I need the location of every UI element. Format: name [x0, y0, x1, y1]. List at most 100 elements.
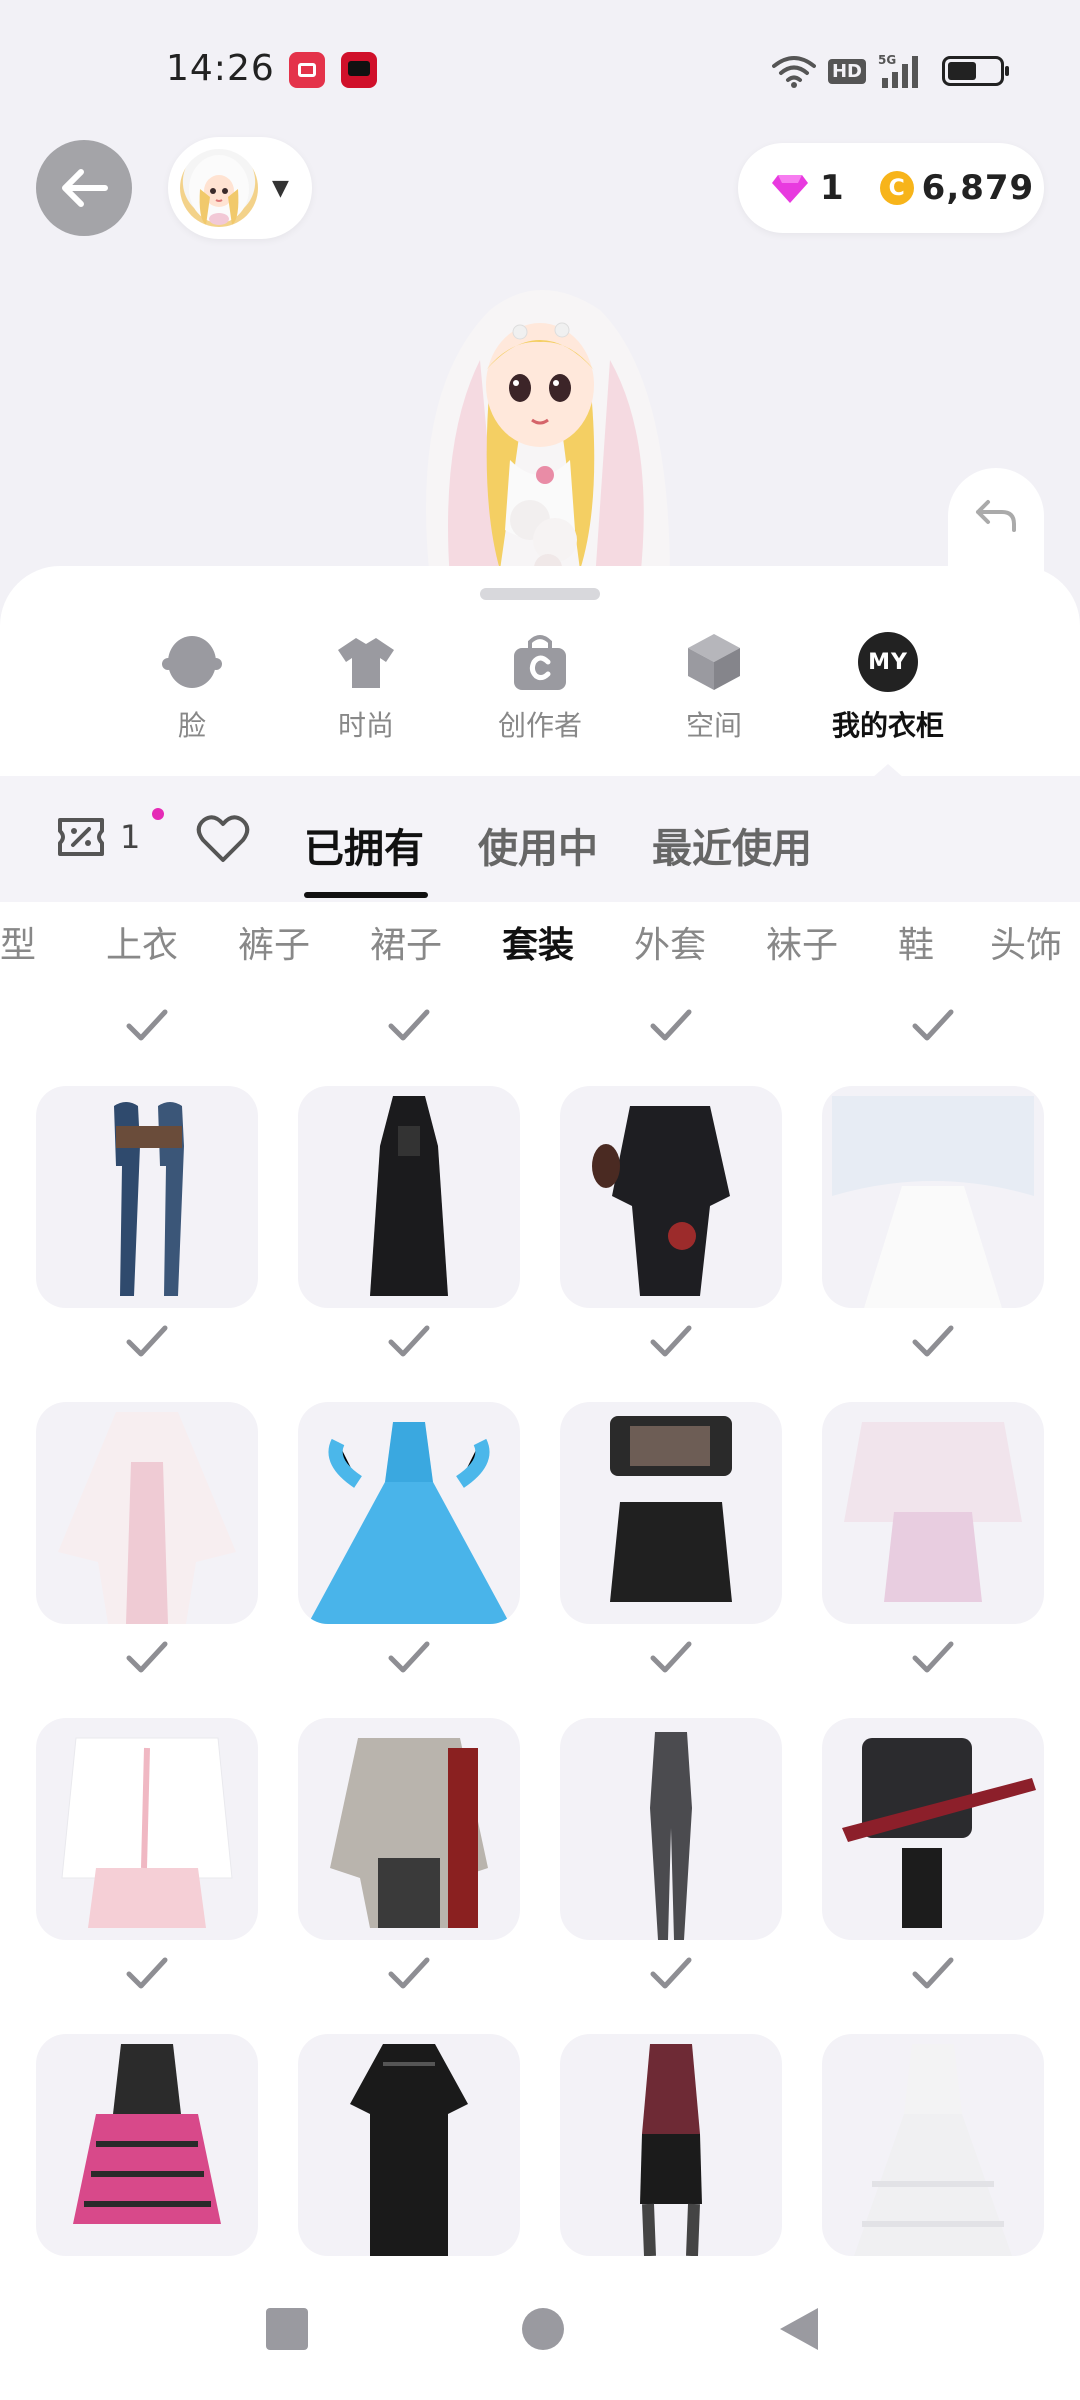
signal-icon: 5G — [878, 53, 918, 88]
coin-icon: C — [879, 171, 914, 205]
owned-check-icon — [126, 1325, 168, 1357]
outfit-thumbnail — [61, 1737, 233, 1928]
hd-icon: HD — [827, 58, 866, 84]
owned-check-icon — [650, 1641, 692, 1673]
outfit-thumbnail — [650, 1732, 692, 1940]
tab-label: 我的衣柜 — [831, 709, 944, 742]
pink-plaid-punk-outfit[interactable] — [36, 2034, 258, 2256]
tab-my-wardrobe[interactable]: MY 我的衣柜 — [818, 632, 958, 744]
black-gothic-dress-outfit[interactable] — [298, 1086, 520, 1308]
arrow-left-icon — [62, 169, 108, 207]
black-lace-qipao-outfit[interactable] — [298, 2034, 520, 2256]
tab-space[interactable]: 空间 — [644, 632, 784, 744]
outfit-thumbnail — [842, 1738, 1036, 1928]
sub-tab-skirt[interactable]: 裙子 — [370, 916, 442, 968]
denim-flare-jeans-outfit[interactable] — [36, 1086, 258, 1308]
white-lace-veil-gown-outfit[interactable] — [822, 1086, 1044, 1308]
favorites-heart-icon[interactable] — [196, 814, 250, 864]
gem-icon — [772, 175, 808, 203]
undo-icon — [976, 500, 1016, 532]
square-recents-icon[interactable] — [264, 2306, 310, 2352]
gem-count: 1 — [820, 168, 844, 208]
blue-ball-gown-outfit[interactable] — [298, 1402, 520, 1624]
tab-owned[interactable]: 已拥有 — [304, 816, 424, 874]
owned-check-icon — [388, 1641, 430, 1673]
sub-tab-pants[interactable]: 裤子 — [238, 916, 310, 968]
triangle-back-icon[interactable] — [776, 2306, 822, 2352]
sub-tab-headwear[interactable]: 头饰 — [990, 916, 1062, 968]
coupon-icon — [58, 818, 104, 856]
active-filter-underline — [304, 892, 428, 898]
black-kimono-fan-outfit[interactable] — [560, 1086, 782, 1308]
circle-home-icon[interactable] — [520, 2306, 566, 2352]
tab-label: 空间 — [685, 709, 742, 742]
tab-fashion[interactable]: 时尚 — [296, 632, 436, 744]
outfit-thumbnail — [592, 1106, 730, 1296]
sub-tab-shoes[interactable]: 鞋 — [898, 916, 934, 968]
filter-bar: 1 已拥有 使用中 最近使用 — [0, 776, 1080, 902]
tab-recently-used[interactable]: 最近使用 — [652, 816, 812, 874]
sub-tab-top[interactable]: 上衣 — [106, 916, 178, 968]
outfit-thumbnail — [832, 1096, 1034, 1308]
outfit-thumbnail — [58, 1412, 236, 1624]
tab-in-use[interactable]: 使用中 — [478, 816, 598, 874]
owned-check-icon — [650, 1009, 692, 1041]
my-wardrobe-icon: MY — [858, 632, 918, 692]
grey-flare-pants-outfit[interactable] — [560, 1718, 782, 1940]
owned-check-icon — [912, 1009, 954, 1041]
avatar-thumbnail — [180, 149, 258, 227]
coupon-count: 1 — [120, 818, 141, 856]
owned-check-icon — [650, 1325, 692, 1357]
my-badge: MY — [858, 632, 918, 692]
owned-check-icon — [126, 1641, 168, 1673]
patchwork-knit-outfit[interactable] — [298, 1718, 520, 1940]
owned-check-icon — [912, 1957, 954, 1989]
back-button[interactable] — [36, 140, 132, 236]
owned-check-icon — [388, 1957, 430, 1989]
owned-check-icon — [126, 1957, 168, 1989]
burgundy-top-skirt-outfit[interactable] — [560, 2034, 782, 2256]
currency-balance[interactable]: 1 C 6,879 — [738, 143, 1044, 233]
coupon-button[interactable]: 1 — [56, 808, 164, 858]
status-bar: 14:26 HD 5G — [0, 0, 1080, 140]
outfit-thumbnail — [114, 1102, 184, 1296]
owned-check-icon — [126, 1009, 168, 1041]
tab-label: 脸 — [177, 709, 206, 742]
owned-check-icon — [912, 1641, 954, 1673]
owned-check-icon — [388, 1325, 430, 1357]
sub-category-tabs: 发型 上衣 裤子 裙子 套装 外套 袜子 鞋 头饰 — [0, 902, 1080, 982]
outfit-thumbnail — [844, 1422, 1022, 1602]
category-tabs: 脸 时尚 创作者 空间 MY 我的衣柜 — [0, 632, 1080, 752]
sub-tab-jacket[interactable]: 外套 — [634, 916, 706, 968]
sheet-drag-handle[interactable] — [480, 588, 600, 600]
video-app-icon — [341, 52, 377, 88]
outfit-thumbnail — [330, 1738, 488, 1928]
chevron-down-icon: ▼ — [272, 175, 289, 201]
screen-recorder-icon — [289, 52, 325, 88]
system-nav-bar — [0, 2266, 1080, 2400]
guitar-rocker-outfit[interactable] — [822, 1718, 1044, 1940]
avatar-preview[interactable] — [370, 270, 710, 580]
coin-count: 6,879 — [921, 168, 1035, 208]
pink-fluffy-dress-outfit[interactable] — [822, 1402, 1044, 1624]
pink-white-hanfu-outfit[interactable] — [36, 1402, 258, 1624]
tab-creator[interactable]: 创作者 — [470, 632, 610, 744]
status-time: 14:26 — [166, 48, 275, 89]
sub-tab-hairstyle[interactable]: 发型 — [0, 916, 36, 968]
owned-check-icon — [388, 1009, 430, 1041]
avatar-switcher[interactable]: ▼ — [168, 137, 312, 239]
sub-tab-socks[interactable]: 袜子 — [766, 916, 838, 968]
tab-label: 创作者 — [497, 709, 582, 742]
white-bunny-hoodie-outfit[interactable] — [36, 1718, 258, 1940]
outfit-thumbnail — [73, 2044, 221, 2224]
owned-check-icon — [650, 1957, 692, 1989]
tab-face[interactable]: 脸 — [122, 632, 262, 744]
black-crop-skirt-outfit[interactable] — [560, 1402, 782, 1624]
outfit-thumbnail — [308, 1422, 510, 1624]
sub-tab-outfit[interactable]: 套装 — [502, 916, 574, 968]
outfit-thumbnail — [640, 2044, 702, 2256]
wifi-icon — [771, 56, 816, 88]
white-ruffle-gown-outfit[interactable] — [822, 2034, 1044, 2256]
creator-bag-icon — [510, 632, 570, 692]
battery-icon — [942, 56, 1009, 86]
